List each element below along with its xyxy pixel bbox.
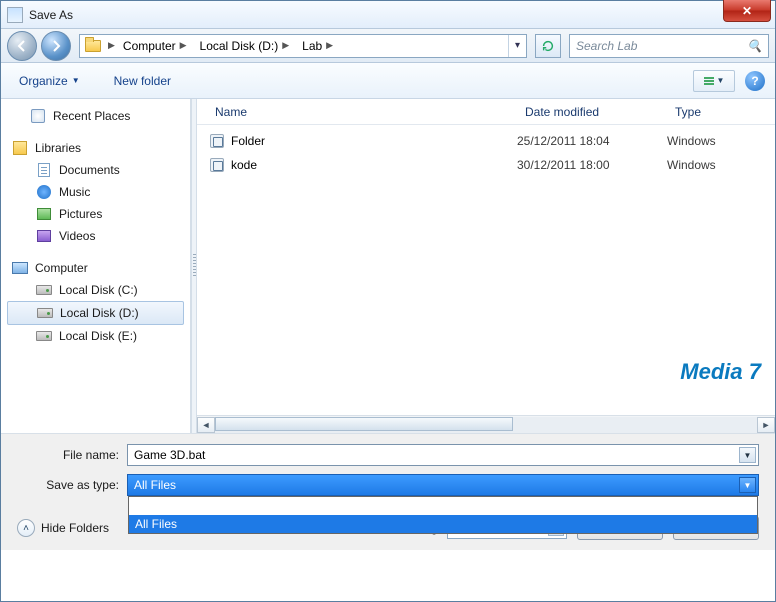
- arrow-right-icon: [48, 38, 64, 54]
- organize-button[interactable]: Organize▼: [11, 70, 88, 92]
- chevron-right-icon: ▶: [108, 40, 115, 51]
- videos-icon: [35, 228, 53, 244]
- file-name: kode: [231, 158, 517, 172]
- column-header-name[interactable]: Name: [207, 105, 517, 119]
- file-date: 30/12/2011 18:00: [517, 158, 667, 172]
- file-date: 25/12/2011 18:04: [517, 134, 667, 148]
- breadcrumb-lab[interactable]: Lab▶: [296, 35, 340, 57]
- form-area: File name: Game 3D.bat ▼ Save as type: A…: [1, 433, 775, 510]
- chevron-down-icon: ▼: [72, 76, 80, 85]
- refresh-icon: [541, 39, 555, 53]
- batch-file-icon: [207, 132, 227, 150]
- batch-file-icon: [207, 156, 227, 174]
- sidebar-item-videos[interactable]: Videos: [1, 225, 190, 247]
- new-folder-button[interactable]: New folder: [106, 70, 179, 92]
- sidebar-item-recent[interactable]: Recent Places: [1, 105, 190, 127]
- file-type: Windows: [667, 158, 716, 172]
- chevron-right-icon: ▶: [282, 40, 289, 51]
- filename-input[interactable]: Game 3D.bat ▼: [127, 444, 759, 466]
- sidebar-item-drive-c[interactable]: Local Disk (C:): [1, 279, 190, 301]
- computer-icon: [11, 260, 29, 276]
- app-icon: [7, 7, 23, 23]
- chevron-right-icon: ▶: [326, 40, 333, 51]
- help-icon: ?: [751, 74, 758, 88]
- search-input[interactable]: Search Lab 🔍: [569, 34, 769, 58]
- scroll-right-button[interactable]: ►: [757, 417, 775, 433]
- saveastype-option-all[interactable]: All Files: [129, 515, 757, 533]
- sidebar-item-documents[interactable]: Documents: [1, 159, 190, 181]
- sidebar-item-drive-e[interactable]: Local Disk (E:): [1, 325, 190, 347]
- sidebar-item-drive-d[interactable]: Local Disk (D:): [7, 301, 184, 325]
- sidebar-group-libraries[interactable]: Libraries: [1, 137, 190, 159]
- drive-icon: [35, 282, 53, 298]
- file-name: Folder: [231, 134, 517, 148]
- filename-value: Game 3D.bat: [134, 448, 205, 462]
- breadcrumb-drive-d[interactable]: Local Disk (D:)▶: [194, 35, 297, 57]
- saveastype-value: All Files: [134, 478, 176, 492]
- chevron-up-icon: ˄: [17, 519, 35, 537]
- recent-icon: [29, 108, 47, 124]
- music-icon: [35, 184, 53, 200]
- close-button[interactable]: ✕: [723, 0, 771, 22]
- sidebar-group-computer[interactable]: Computer: [1, 257, 190, 279]
- back-button[interactable]: [7, 31, 37, 61]
- window-title: Save As: [29, 8, 73, 22]
- toolbar: Organize▼ New folder ▼ ?: [1, 63, 775, 99]
- file-row[interactable]: Folder 25/12/2011 18:04 Windows: [197, 129, 775, 153]
- saveastype-label: Save as type:: [17, 478, 127, 492]
- saveastype-option-txt[interactable]: Text Documents (*.txt): [129, 497, 757, 515]
- nav-row: ▶ Computer▶ Local Disk (D:)▶ Lab▶ ▾ Sear…: [1, 29, 775, 63]
- sidebar-item-pictures[interactable]: Pictures: [1, 203, 190, 225]
- libraries-icon: [11, 140, 29, 156]
- scroll-thumb[interactable]: [215, 417, 513, 431]
- documents-icon: [35, 162, 53, 178]
- pictures-icon: [35, 206, 53, 222]
- close-icon: ✕: [742, 4, 752, 18]
- drive-icon: [35, 328, 53, 344]
- view-mode-button[interactable]: ▼: [693, 70, 735, 92]
- drive-icon: [36, 305, 54, 321]
- sidebar-item-music[interactable]: Music: [1, 181, 190, 203]
- column-headers: Name Date modified Type: [197, 99, 775, 125]
- scroll-track[interactable]: [215, 417, 757, 433]
- chevron-down-icon: ▼: [717, 76, 725, 85]
- titlebar: Save As ✕: [1, 1, 775, 29]
- breadcrumb-computer[interactable]: Computer▶: [117, 35, 194, 57]
- column-header-date[interactable]: Date modified: [517, 105, 667, 119]
- filename-label: File name:: [17, 448, 127, 462]
- help-button[interactable]: ?: [745, 71, 765, 91]
- arrow-left-icon: [14, 38, 30, 54]
- saveastype-select[interactable]: All Files ▼ Text Documents (*.txt) All F…: [127, 474, 759, 496]
- watermark: Media 7: [680, 359, 761, 385]
- column-header-type[interactable]: Type: [667, 105, 775, 119]
- address-dropdown[interactable]: ▾: [508, 35, 526, 57]
- search-icon: 🔍: [747, 39, 762, 53]
- refresh-button[interactable]: [535, 34, 561, 58]
- body-split: Recent Places Libraries Documents Music …: [1, 99, 775, 433]
- filename-row: File name: Game 3D.bat ▼: [17, 444, 759, 466]
- save-as-dialog: Save As ✕ ▶ Computer▶ Local Disk (D:)▶ L…: [0, 0, 776, 602]
- saveastype-row: Save as type: All Files ▼ Text Documents…: [17, 474, 759, 496]
- chevron-right-icon: ▶: [180, 40, 187, 51]
- chevron-down-icon[interactable]: ▼: [739, 447, 756, 463]
- hide-folders-button[interactable]: ˄ Hide Folders: [17, 519, 109, 537]
- address-bar[interactable]: ▶ Computer▶ Local Disk (D:)▶ Lab▶ ▾: [79, 34, 527, 58]
- folder-icon: [82, 36, 104, 56]
- saveastype-dropdown: Text Documents (*.txt) All Files: [128, 496, 758, 534]
- scroll-left-button[interactable]: ◄: [197, 417, 215, 433]
- search-placeholder: Search Lab: [576, 39, 637, 53]
- list-view-icon: [704, 77, 714, 85]
- sidebar: Recent Places Libraries Documents Music …: [1, 99, 191, 433]
- file-pane: Name Date modified Type Folder 25/12/201…: [197, 99, 775, 433]
- chevron-down-icon[interactable]: ▼: [739, 477, 756, 493]
- forward-button[interactable]: [41, 31, 71, 61]
- file-type: Windows: [667, 134, 716, 148]
- horizontal-scrollbar[interactable]: ◄ ►: [197, 415, 775, 433]
- file-row[interactable]: kode 30/12/2011 18:00 Windows: [197, 153, 775, 177]
